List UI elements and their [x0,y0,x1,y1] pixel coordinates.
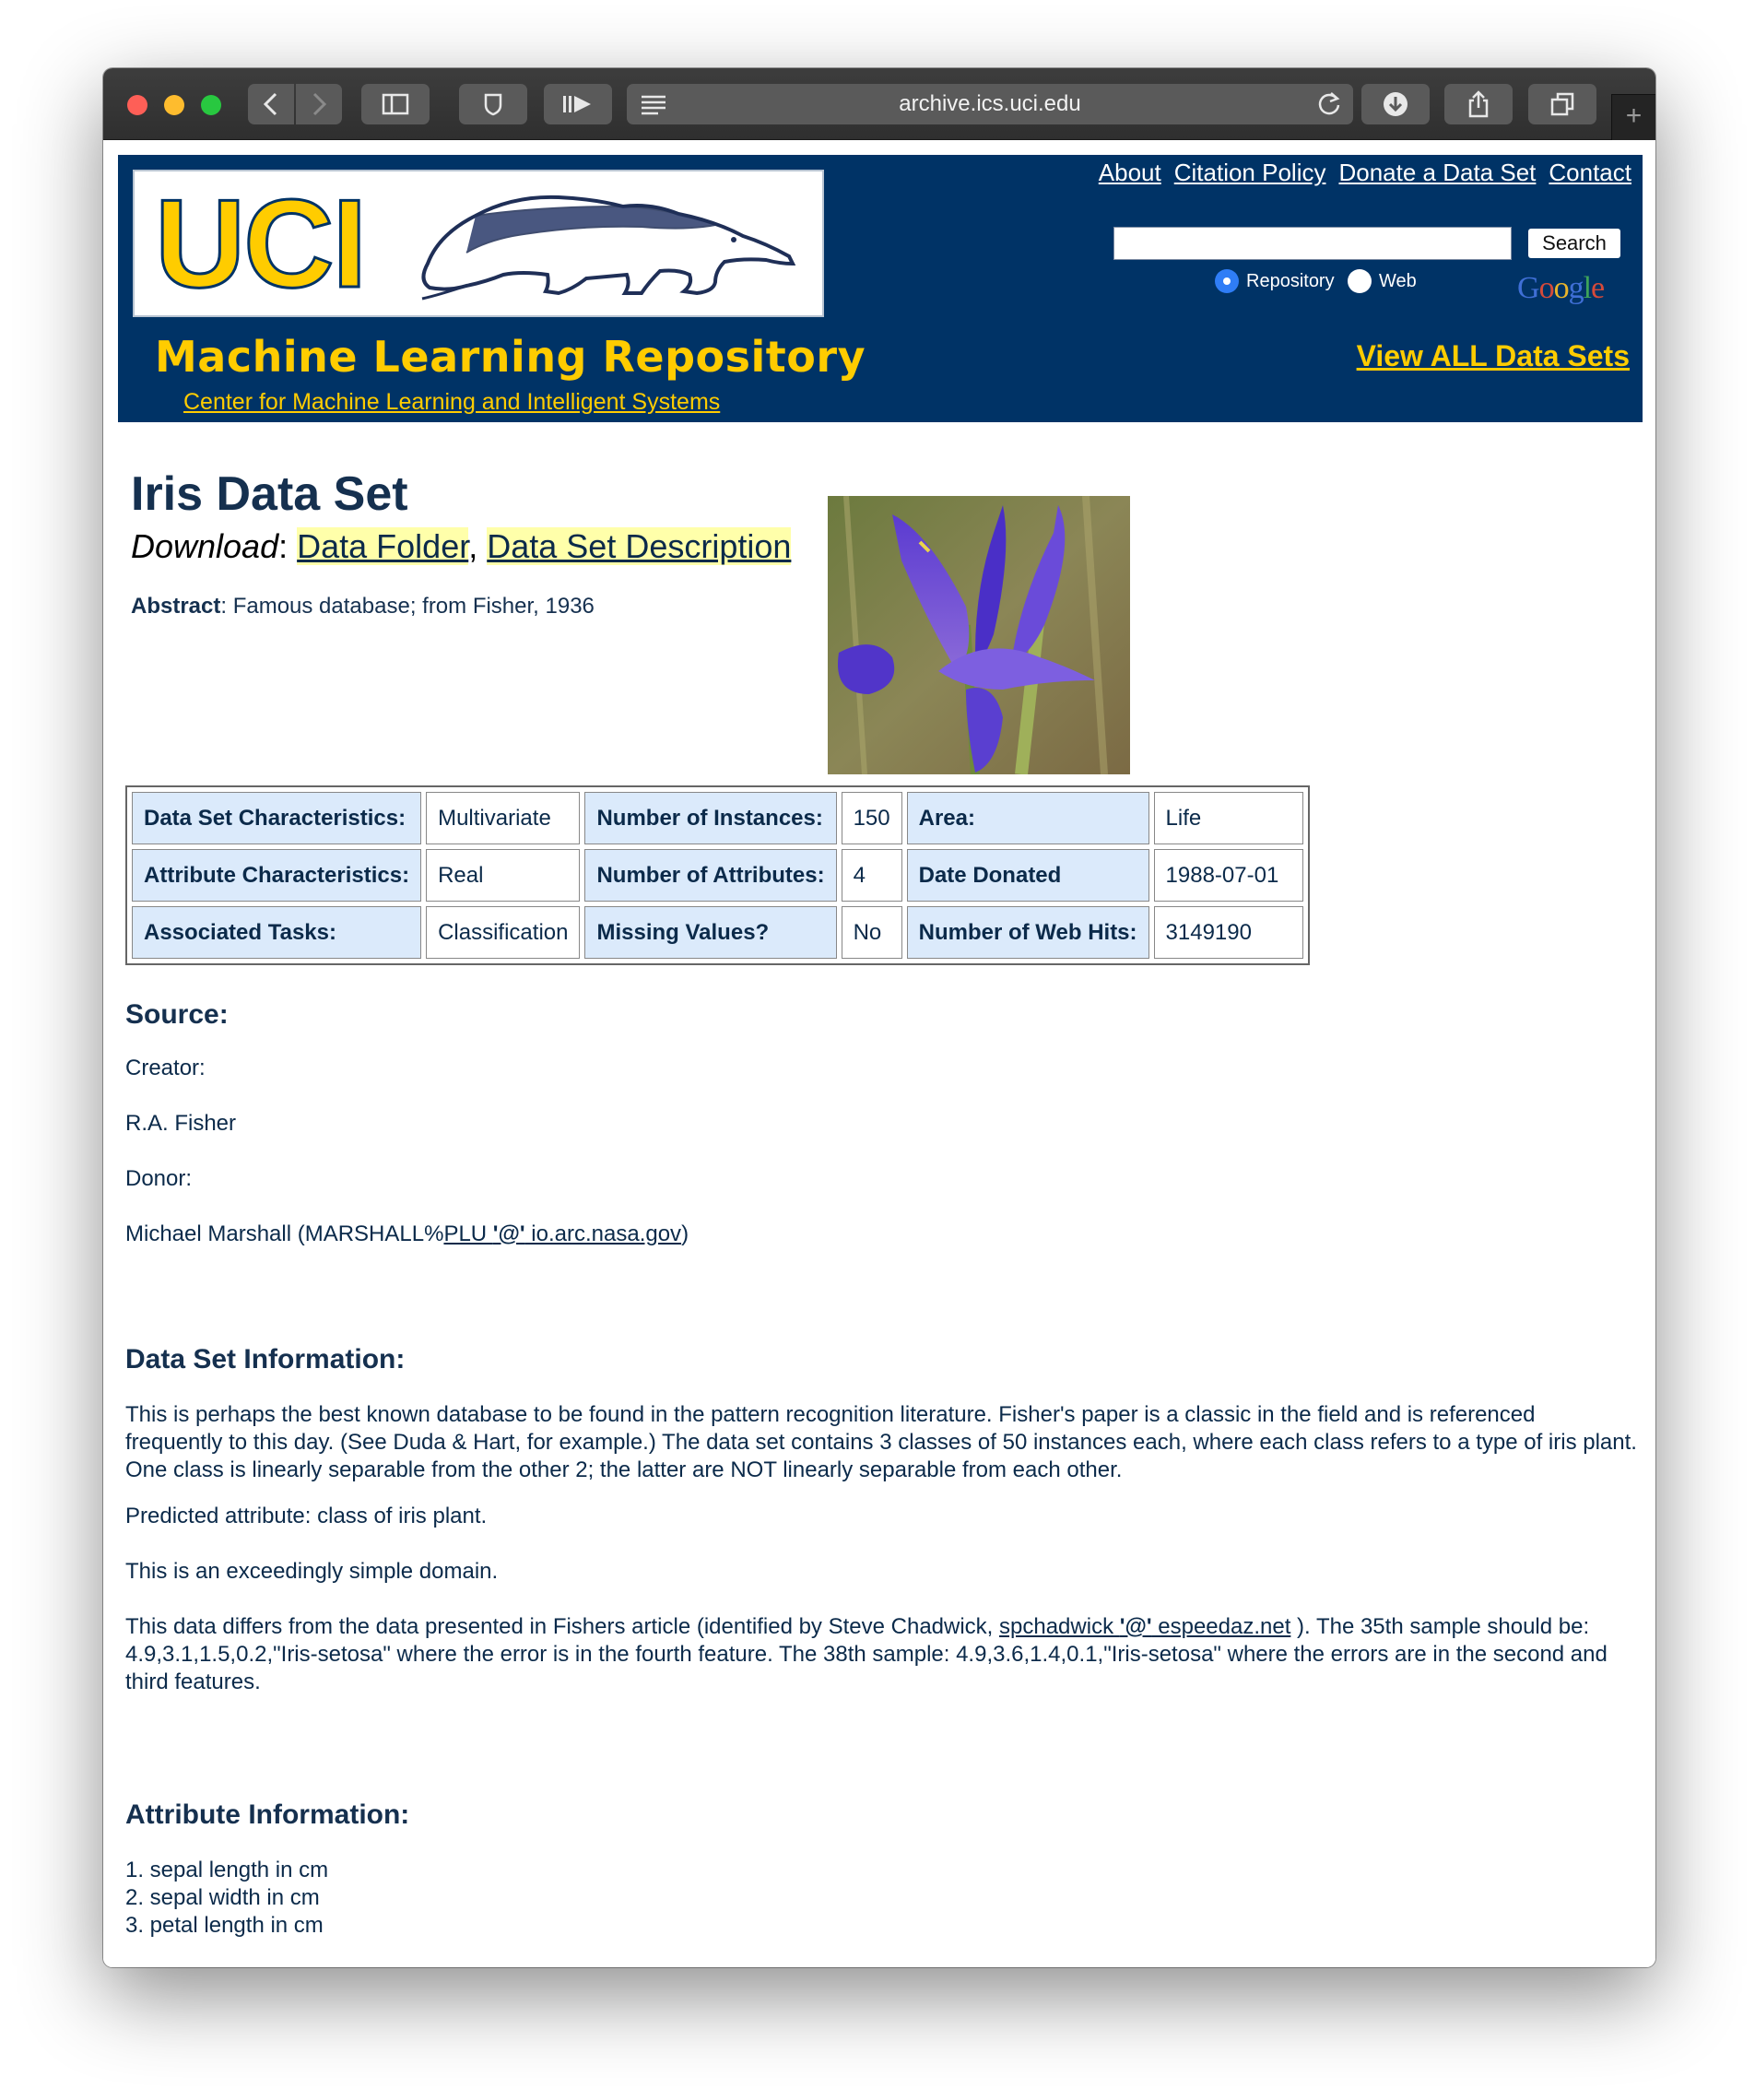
chadwick-email-link[interactable]: spchadwick '@' espeedaz.net [999,1614,1290,1639]
attribute-item: 1. sepal length in cm [125,1858,329,1882]
table-cell: Associated Tasks: [132,906,422,959]
uci-logo-text: UCI [153,173,368,313]
donor-email-link[interactable]: PLU '@' io.arc.nasa.gov [443,1221,681,1246]
radio-selected-icon [1215,269,1239,293]
abstract-text: : Famous database; from Fisher, 1936 [220,594,595,619]
table-cell: Real [426,849,581,902]
download-line: Download: Data Folder, Data Set Descript… [131,527,792,565]
address-url[interactable]: archive.ics.uci.edu [627,84,1353,124]
creator-label: Creator: [125,1056,206,1080]
center-link[interactable]: Center for Machine Learning and Intellig… [183,389,720,416]
about-link[interactable]: About [1099,159,1161,187]
dataset-info-heading: Data Set Information: [125,1344,406,1374]
web-radio[interactable]: Web [1348,269,1417,293]
dataset-characteristics-table: Data Set Characteristics: Multivariate N… [125,785,1310,965]
top-nav: About Citation Policy Donate a Data Set … [1099,159,1631,187]
search-input[interactable] [1113,227,1512,260]
tabs-icon [1550,92,1574,116]
page-title: Iris Data Set [131,467,408,521]
table-cell: Number of Instances: [584,792,837,844]
dataset-info-paragraph-3: This is an exceedingly simple domain. [125,1559,499,1584]
download-icon [1384,92,1408,116]
google-logo: Google [1517,271,1605,305]
table-row: Attribute Characteristics: Real Number o… [132,849,1303,902]
minimize-window-button[interactable] [164,95,184,115]
creator-name: R.A. Fisher [125,1111,237,1136]
donate-link[interactable]: Donate a Data Set [1338,159,1536,187]
table-row: Associated Tasks: Classification Missing… [132,906,1303,959]
forward-icon [312,92,327,116]
dataset-info-paragraph-1: This is perhaps the best known database … [125,1402,1637,1482]
share-icon [1468,90,1489,118]
table-cell: No [841,906,902,959]
donor-prefix: Michael Marshall (MARSHALL% [125,1221,444,1246]
table-cell: Number of Web Hits: [906,906,1149,959]
repository-title: Machine Learning Repository [155,332,866,382]
dataset-info-paragraph-4: This data differs from the data presente… [125,1614,1608,1694]
reload-icon[interactable] [1316,91,1342,117]
shield-icon [484,93,502,116]
radio-unselected-icon [1348,269,1372,293]
table-cell: Classification [426,906,581,959]
abstract: Abstract: Famous database; from Fisher, … [131,594,595,619]
zoom-window-button[interactable] [201,95,221,115]
dataset-info-paragraph-2: Predicted attribute: class of iris plant… [125,1504,488,1528]
forward-button[interactable] [296,84,342,124]
uci-logo[interactable]: UCI [133,170,824,317]
table-cell: Life [1153,792,1303,844]
table-cell: 150 [841,792,902,844]
table-cell: Number of Attributes: [584,849,837,902]
dataset-description-link[interactable]: Data Set Description [487,527,792,565]
donor-suffix: ) [681,1221,689,1246]
data-folder-link[interactable]: Data Folder [297,527,469,565]
table-cell: Area: [906,792,1149,844]
privacy-button[interactable] [459,84,527,124]
repository-radio[interactable]: Repository [1215,269,1335,293]
sidebar-icon [382,93,409,115]
address-bar[interactable]: archive.ics.uci.edu [627,84,1353,124]
back-button[interactable] [248,84,294,124]
donor-label: Donor: [125,1166,193,1191]
table-cell: Multivariate [426,792,581,844]
attribute-item: 3. petal length in cm [125,1913,324,1938]
downloads-button[interactable] [1361,84,1430,124]
citation-policy-link[interactable]: Citation Policy [1174,159,1326,187]
share-button[interactable] [1444,84,1513,124]
web-radio-label: Web [1379,270,1417,291]
table-cell: Date Donated [906,849,1149,902]
search-button[interactable]: Search [1528,229,1620,258]
new-tab-button[interactable]: + [1611,94,1655,140]
web-page: UCI Machine Learning Repository Center f… [103,140,1655,1967]
abstract-label: Abstract [131,594,221,619]
contact-link[interactable]: Contact [1549,159,1631,187]
attribute-item: 2. sepal width in cm [125,1885,320,1910]
tabs-overview-button[interactable] [1528,84,1596,124]
sidebar-button[interactable] [361,84,430,124]
view-all-datasets-link[interactable]: View ALL Data Sets [1357,339,1630,373]
back-icon [263,92,277,116]
iris-flower-image [828,496,1130,774]
donor-line: Michael Marshall (MARSHALL%PLU '@' io.ar… [125,1221,689,1248]
browser-window: archive.ics.uci.edu + UCI Machine Learni… [103,68,1655,1967]
close-window-button[interactable] [127,95,147,115]
media-button[interactable] [544,84,612,124]
table-row: Data Set Characteristics: Multivariate N… [132,792,1303,844]
attribute-info-heading: Attribute Information: [125,1799,410,1830]
table-cell: 1988-07-01 [1153,849,1303,902]
download-label: Download [131,527,279,565]
table-cell: 4 [841,849,902,902]
browser-toolbar: archive.ics.uci.edu + [103,68,1655,140]
table-cell: Attribute Characteristics: [132,849,422,902]
repository-radio-label: Repository [1246,270,1335,291]
table-cell: 3149190 [1153,906,1303,959]
table-cell: Missing Values? [584,906,837,959]
table-cell: Data Set Characteristics: [132,792,422,844]
source-heading: Source: [125,999,229,1030]
new-tab-icon: + [1625,100,1643,131]
play-icon [563,96,591,112]
anteater-icon [421,195,796,301]
site-banner: UCI Machine Learning Repository Center f… [118,155,1643,422]
